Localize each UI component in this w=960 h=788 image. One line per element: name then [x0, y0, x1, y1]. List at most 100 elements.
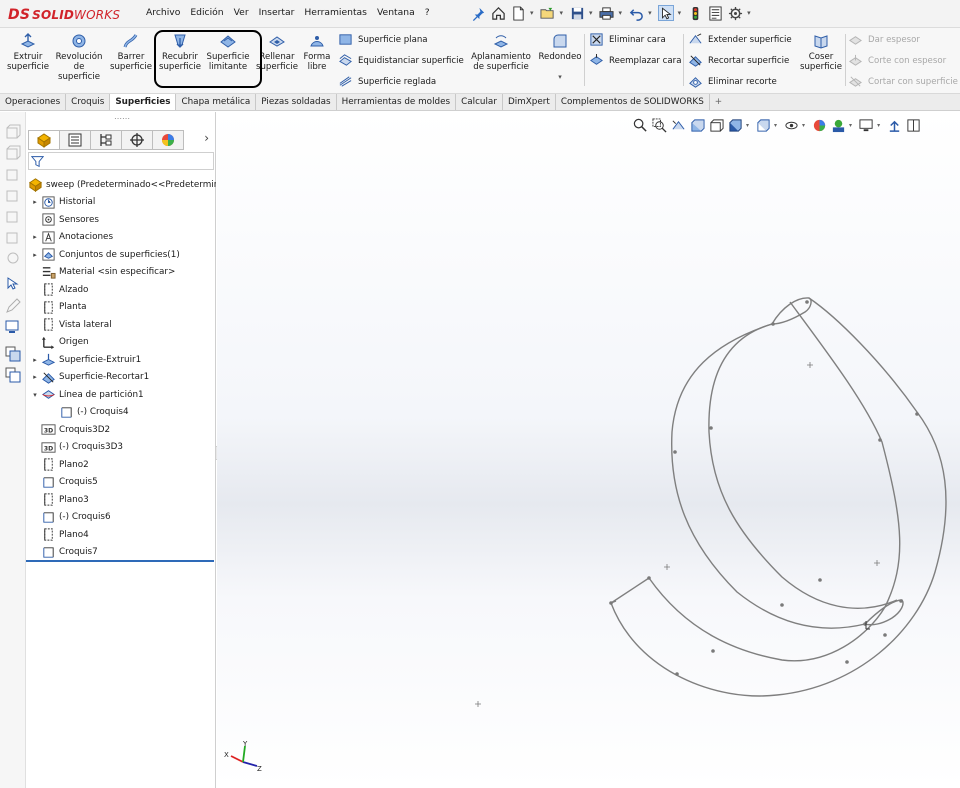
tree-item[interactable]: ▸ Superficie-Extruir1	[26, 351, 216, 368]
rebuild-icon[interactable]	[687, 5, 703, 21]
tab-feature-manager[interactable]	[28, 130, 60, 150]
file-properties-icon[interactable]	[707, 5, 723, 21]
trim-surface-button[interactable]: Recortar superficie	[688, 52, 792, 69]
tree-item[interactable]: Origen	[26, 334, 216, 351]
print-icon[interactable]	[599, 5, 615, 21]
tree-item[interactable]: ▸ Anotaciones	[26, 229, 216, 246]
copy-icon[interactable]	[5, 346, 21, 362]
flatten-surface-button[interactable]: Aplanamiento de superficie	[468, 32, 534, 72]
graphics-area[interactable]: ▾ ▾ ▾ ▾ ▾ X Y Z	[217, 112, 960, 788]
undo-icon[interactable]	[628, 5, 644, 21]
tab-dimxpert-manager[interactable]	[121, 130, 153, 150]
tree-item[interactable]: ▾ Línea de partición1	[26, 386, 216, 403]
menu-ventana[interactable]: Ventana	[377, 7, 415, 18]
tab-croquis[interactable]: Croquis	[66, 94, 111, 110]
home-icon[interactable]	[490, 5, 506, 21]
tree-item[interactable]: ▸ Superficie-Recortar1	[26, 369, 216, 386]
save-icon[interactable]	[569, 5, 585, 21]
tree-item[interactable]: 3D Croquis3D2	[26, 421, 216, 438]
select-filter-icon[interactable]	[5, 276, 21, 292]
menu-herramientas[interactable]: Herramientas	[304, 7, 367, 18]
sweep-surface-button[interactable]: Barrer superficie	[108, 32, 154, 72]
extend-surface-button[interactable]: Extender superficie	[688, 31, 792, 48]
cut-with-surface-button[interactable]: Cortar con superficie	[848, 73, 958, 90]
fillet-button[interactable]: Redondeo ▾	[536, 32, 584, 82]
revolve-surface-button[interactable]: Revolución de superficie	[53, 32, 105, 82]
planar-surface-button[interactable]: Superficie plana	[338, 31, 464, 48]
save-dropdown-icon[interactable]: ▾	[589, 9, 593, 17]
new-document-icon[interactable]	[510, 5, 526, 21]
freeform-button[interactable]: Forma libre	[300, 32, 334, 72]
thickened-cut-button[interactable]: Corte con espesor	[848, 52, 958, 69]
tree-item[interactable]: Alzado	[26, 281, 216, 298]
open-dropdown-icon[interactable]: ▾	[560, 9, 564, 17]
options-icon[interactable]	[727, 5, 743, 21]
select-icon[interactable]	[657, 5, 674, 21]
offset-surface-button[interactable]: Equidistanciar superficie	[338, 52, 464, 69]
menu-insertar[interactable]: Insertar	[259, 7, 295, 18]
breadcrumb-body-icon[interactable]	[5, 145, 21, 161]
tree-item[interactable]: Plano2	[26, 456, 216, 473]
tree-item[interactable]: Sensores	[26, 211, 216, 228]
delete-face-button[interactable]: Eliminar cara	[589, 31, 681, 48]
display-pane-icon[interactable]	[5, 319, 21, 335]
extrude-surface-button[interactable]: Extruir superficie	[6, 32, 50, 72]
menu-ver[interactable]: Ver	[234, 7, 249, 18]
breadcrumb-part-icon[interactable]	[5, 124, 21, 140]
tree-item[interactable]: Croquis5	[26, 474, 216, 491]
tab-piezas-soldadas[interactable]: Piezas soldadas	[256, 94, 337, 110]
options-dropdown-icon[interactable]: ▾	[747, 9, 751, 17]
edit-sketch-icon[interactable]	[5, 298, 21, 314]
expand-arrow-icon[interactable]: ▸	[30, 233, 40, 241]
tree-item[interactable]: Plano4	[26, 526, 216, 543]
tab-dimxpert[interactable]: DimXpert	[503, 94, 556, 110]
new-dropdown-icon[interactable]: ▾	[530, 9, 534, 17]
more-tabs-chevron-icon[interactable]: ›	[204, 131, 209, 145]
fillet-dropdown-icon[interactable]: ▾	[558, 72, 562, 82]
tab-superficies[interactable]: Superficies	[110, 94, 177, 110]
expand-arrow-icon[interactable]: ▸	[30, 373, 40, 381]
tab-calcular[interactable]: Calcular	[456, 94, 503, 110]
tab-configuration-manager[interactable]	[90, 130, 122, 150]
tree-item[interactable]: sweep (Predeterminado<<Predeterminado	[26, 176, 216, 193]
menu-edicion[interactable]: Edición	[190, 7, 223, 18]
add-tab-button[interactable]: +	[710, 94, 727, 110]
pin-icon[interactable]	[470, 5, 486, 21]
breadcrumb-feature-icon[interactable]	[5, 166, 21, 182]
tree-filter-input[interactable]	[28, 152, 214, 170]
expand-arrow-icon[interactable]: ▸	[30, 356, 40, 364]
breadcrumb-vertex-icon[interactable]	[5, 250, 21, 266]
expand-arrow-icon[interactable]: ▾	[30, 391, 40, 399]
tree-item[interactable]: ▸ Historial	[26, 194, 216, 211]
breadcrumb-loop-icon[interactable]	[5, 229, 21, 245]
tree-item[interactable]: Croquis7	[26, 544, 216, 561]
tab-herramientas-de-moldes[interactable]: Herramientas de moldes	[337, 94, 457, 110]
untrim-surface-button[interactable]: Eliminar recorte	[688, 73, 792, 90]
thicken-button[interactable]: Dar espesor	[848, 31, 958, 48]
tab-complementos[interactable]: Complementos de SOLIDWORKS	[556, 94, 710, 110]
sweep-wireframe-model[interactable]	[217, 112, 960, 788]
undo-dropdown-icon[interactable]: ▾	[648, 9, 652, 17]
tab-operaciones[interactable]: Operaciones	[0, 94, 67, 110]
select-dropdown-icon[interactable]: ▾	[678, 9, 682, 17]
breadcrumb-face-icon[interactable]	[5, 187, 21, 203]
breadcrumb-edge-icon[interactable]	[5, 208, 21, 224]
replace-face-button[interactable]: Reemplazar cara	[589, 52, 681, 69]
tab-property-manager[interactable]	[59, 130, 91, 150]
tab-display-manager[interactable]	[152, 130, 184, 150]
tree-item[interactable]: 3D (-) Croquis3D3	[26, 439, 216, 456]
expand-arrow-icon[interactable]: ▸	[30, 198, 40, 206]
print-dropdown-icon[interactable]: ▾	[619, 9, 623, 17]
open-icon[interactable]	[540, 5, 556, 21]
menu-archivo[interactable]: Archivo	[146, 7, 180, 18]
paste-icon[interactable]	[5, 367, 21, 383]
knit-surface-button[interactable]: Coser superficie	[798, 32, 844, 72]
tree-item[interactable]: (-) Croquis6	[26, 509, 216, 526]
tree-item[interactable]: Material <sin especificar>	[26, 264, 216, 281]
ruled-surface-button[interactable]: Superficie reglada	[338, 73, 464, 90]
solidworks-logo[interactable]: DS SOLID WORKS	[8, 4, 120, 26]
tree-item[interactable]: Vista lateral	[26, 316, 216, 333]
tree-item[interactable]: (-) Croquis4	[26, 404, 216, 421]
menu-help[interactable]: ?	[425, 7, 430, 18]
rollback-bar[interactable]	[26, 560, 214, 562]
